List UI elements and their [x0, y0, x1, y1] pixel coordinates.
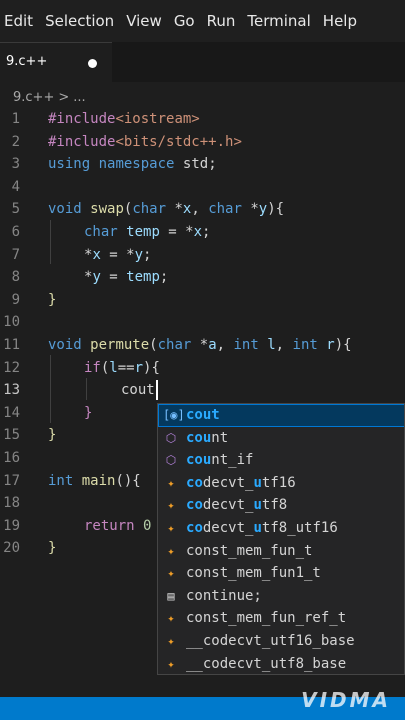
menu-go[interactable]: Go [168, 12, 201, 30]
suggestion-item[interactable]: [◉] cout [158, 404, 404, 427]
class-icon: ✦ [167, 656, 175, 671]
suggestion-item[interactable]: ⬡ count [158, 427, 404, 450]
code-line: 1 #include<iostream> [11, 111, 200, 127]
menu-help[interactable]: Help [317, 12, 363, 30]
class-icon: ✦ [167, 498, 175, 513]
breadcrumb-rest[interactable]: ... [73, 90, 85, 105]
code-line: 7 *x = *y; [11, 246, 152, 263]
code-line: 4 [11, 178, 20, 195]
tab-label: 9.c++ [6, 54, 48, 69]
code-line: 5 void swap(char *x, char *y){ [11, 201, 285, 218]
class-icon: ✦ [167, 521, 175, 535]
menu-view[interactable]: View [120, 12, 168, 30]
breadcrumb-file[interactable]: 9.c++ [13, 90, 54, 105]
cube-icon: ⬡ [165, 453, 177, 468]
suggestion-item[interactable]: ✦ __codecvt_utf8_base [158, 653, 404, 674]
class-icon: ✦ [167, 543, 175, 558]
suggestion-item[interactable]: ✦ const_mem_fun_ref_t [158, 607, 404, 630]
suggestion-item[interactable]: ✦ const_mem_fun_t [158, 540, 404, 563]
code-line: 12 if(l==r){ [3, 359, 160, 376]
code-line: 2 #include<bits/stdc++.h> [11, 133, 242, 150]
keyword-icon: ▤ [167, 588, 175, 603]
class-icon: ✦ [167, 566, 175, 581]
tab-bar: 9.c++ [0, 42, 405, 82]
suggestion-item[interactable]: ✦ const_mem_fun1_t [158, 562, 404, 585]
code-line: 11 void permute(char *a, int l, int r){ [3, 337, 352, 353]
code-line: 8 *y = temp; [11, 269, 169, 286]
code-line: 6 char temp = *x; [11, 224, 211, 240]
menu-run[interactable]: Run [201, 12, 242, 30]
menu-selection[interactable]: Selection [39, 12, 120, 30]
menu-bar: Edit Selection View Go Run Terminal Help [0, 0, 405, 42]
autocomplete-popup[interactable]: [◉] cout ⬡ count ⬡ count_if ✦ codecvt_ut… [157, 403, 405, 675]
unsaved-dot-icon[interactable] [88, 59, 97, 68]
menu-terminal[interactable]: Terminal [241, 12, 316, 30]
class-icon: ✦ [167, 475, 175, 490]
tab-9-cpp[interactable]: 9.c++ [0, 42, 112, 82]
class-icon: ✦ [167, 634, 175, 648]
code-line-current: 13 cout [3, 382, 155, 399]
watermark: VIDMA [301, 688, 391, 712]
code-line: 10 [3, 314, 20, 331]
suggestion-item[interactable]: ✦ __codecvt_utf16_base [158, 630, 404, 653]
suggestion-item[interactable]: ✦ codecvt_utf16 [158, 472, 404, 495]
variable-icon: [◉] [163, 408, 185, 422]
cube-icon: ⬡ [165, 430, 177, 445]
suggestion-item[interactable]: ✦ codecvt_utf8 [158, 494, 404, 517]
chevron-right-icon: > [58, 89, 70, 105]
text-cursor [156, 380, 158, 400]
class-icon: ✦ [167, 611, 175, 626]
suggestion-item[interactable]: ⬡ count_if [158, 449, 404, 472]
code-line: 9} [11, 291, 57, 308]
suggestion-item[interactable]: ▤ continue; [158, 585, 404, 608]
suggestion-item[interactable]: ✦ codecvt_utf8_utf16 [158, 517, 404, 540]
menu-edit[interactable]: Edit [0, 12, 39, 30]
code-line: 3 using namespace std; [11, 156, 217, 173]
breadcrumb: 9.c++ > ... [0, 86, 90, 108]
